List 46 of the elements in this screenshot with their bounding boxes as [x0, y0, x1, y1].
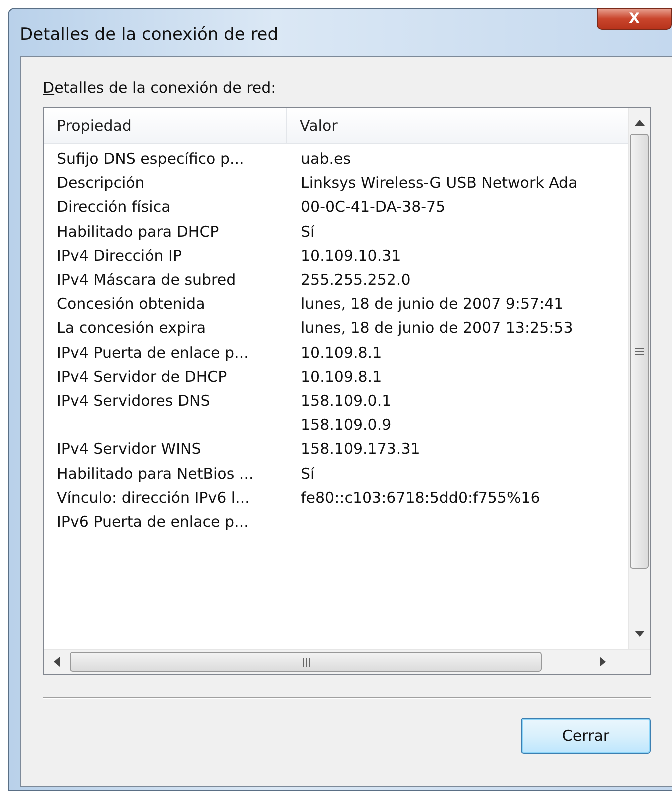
scroll-up-icon[interactable] [634, 120, 644, 126]
property-cell: Habilitado para DHCP [57, 222, 220, 241]
value-cell: 158.109.0.1 [301, 392, 392, 410]
property-cell: La concesión expira [57, 319, 206, 338]
horizontal-scrollbar[interactable] [44, 649, 650, 674]
property-cell: IPv4 Servidor WINS [57, 440, 202, 458]
scroll-thumb[interactable] [630, 134, 649, 569]
value-cell: uab.es [301, 150, 352, 168]
scroll-thumb[interactable] [70, 652, 542, 672]
property-cell: Dirección física [57, 198, 171, 216]
property-cell: IPv4 Máscara de subred [57, 271, 236, 290]
close-button[interactable]: X [597, 8, 672, 30]
close-dialog-button[interactable]: Cerrar [521, 718, 651, 754]
window-title: Detalles de la conexión de red [20, 25, 279, 45]
value-cell: 10.109.10.31 [301, 246, 402, 265]
value-cell: lunes, 18 de junio de 2007 13:25:53 [301, 319, 574, 338]
property-cell: Habilitado para NetBios ... [57, 464, 254, 483]
property-cell: Concesión obtenida [57, 295, 206, 314]
scroll-left-icon[interactable] [54, 657, 60, 667]
value-cell: Linksys Wireless-G USB Network Ada [301, 174, 578, 192]
value-cell: 00-0C-41-DA-38-75 [301, 198, 446, 216]
value-cell: 255.255.252.0 [301, 271, 411, 290]
column-header[interactable]: Valor [287, 108, 338, 143]
value-cell: lunes, 18 de junio de 2007 9:57:41 [301, 295, 564, 314]
list-label: Detalles de la conexión de red: [43, 79, 276, 97]
property-cell: IPv4 Servidor de DHCP [57, 368, 228, 386]
property-cell: IPv4 Dirección IP [57, 246, 182, 265]
property-cell: IPv4 Puerta de enlace p... [57, 344, 249, 362]
property-cell: Vínculo: dirección IPv6 l... [57, 488, 250, 507]
grip-icon [635, 348, 644, 355]
vertical-scrollbar[interactable] [628, 108, 650, 649]
property-cell: Sufijo DNS específico p... [57, 150, 244, 168]
scroll-right-icon[interactable] [600, 657, 606, 667]
value-cell: 10.109.8.1 [301, 368, 382, 386]
value-cell: Sí [301, 464, 315, 483]
value-cell: 158.109.173.31 [301, 440, 420, 458]
value-cell: 10.109.8.1 [301, 344, 382, 362]
scroll-down-icon[interactable] [634, 631, 644, 637]
value-cell: 158.109.0.9 [301, 416, 392, 434]
column-header[interactable]: Propiedad [44, 108, 287, 143]
value-cell: fe80::c103:6718:5dd0:f755%16 [301, 488, 540, 507]
property-cell: IPv6 Puerta de enlace p... [57, 512, 249, 531]
property-cell: Descripción [57, 174, 145, 192]
grip-icon [302, 658, 310, 666]
value-cell: Sí [301, 222, 315, 241]
property-cell: IPv4 Servidores DNS [57, 392, 210, 410]
